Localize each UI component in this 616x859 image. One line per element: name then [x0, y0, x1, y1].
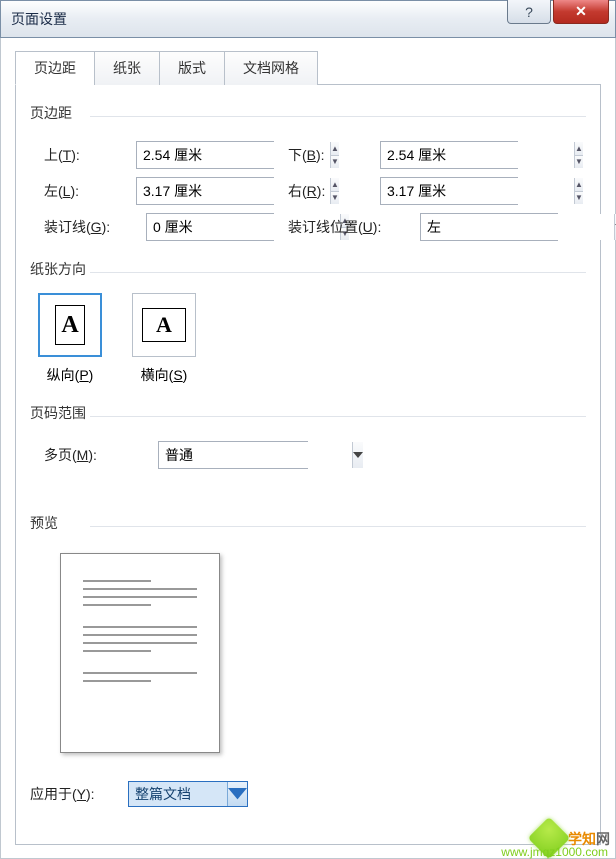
top-spinner[interactable]: ▲▼ [136, 141, 274, 169]
help-button[interactable]: ? [507, 0, 551, 24]
pages-group: 页码范围 多页(M): [30, 399, 586, 469]
chevron-down-icon [353, 452, 363, 458]
watermark-url: www.jmqz1000.com [501, 845, 608, 859]
orientation-portrait[interactable]: A 纵向(P) [38, 293, 102, 385]
spin-up-icon[interactable]: ▲ [575, 142, 583, 155]
multi-input[interactable] [159, 442, 352, 468]
orientation-group-label: 纸张方向 [30, 255, 586, 285]
apply-combo[interactable]: 整篇文档 [128, 781, 248, 807]
orientation-group: 纸张方向 A 纵向(P) A 横向(S) [30, 255, 586, 385]
pages-group-label: 页码范围 [30, 399, 586, 429]
preview-group: 预览 [30, 509, 586, 753]
gutter-pos-label: 装订线位置(U): [288, 217, 406, 237]
right-input[interactable] [381, 178, 574, 204]
orientation-landscape[interactable]: A 横向(S) [132, 293, 196, 385]
multi-combo[interactable] [158, 441, 308, 469]
apply-value: 整篇文档 [129, 782, 227, 806]
preview-group-label: 预览 [30, 509, 586, 539]
top-label: 上(T): [44, 145, 122, 165]
dropdown-button[interactable] [227, 782, 247, 806]
gutter-spinner[interactable]: ▲▼ [146, 213, 274, 241]
left-label: 左(L): [44, 181, 122, 201]
spin-down-icon[interactable]: ▼ [575, 155, 583, 169]
gutter-pos-combo[interactable] [420, 213, 558, 241]
right-spinner[interactable]: ▲▼ [380, 177, 518, 205]
landscape-icon: A [142, 308, 186, 342]
bottom-label: 下(B): [288, 145, 366, 165]
gutter-pos-input[interactable] [421, 214, 614, 240]
tab-grid[interactable]: 文档网格 [224, 51, 318, 85]
help-icon: ? [525, 4, 533, 20]
landscape-label: 横向(S) [132, 365, 196, 385]
apply-label: 应用于(Y): [30, 784, 114, 804]
margins-group: 页边距 上(T): ▲▼ 下(B): ▲▼ 左(L): [30, 99, 586, 241]
preview-page [60, 553, 220, 753]
dropdown-button[interactable] [352, 442, 363, 468]
tab-content: 页边距 上(T): ▲▼ 下(B): ▲▼ 左(L): [15, 85, 601, 845]
multi-label: 多页(M): [44, 445, 144, 465]
tabstrip: 页边距 纸张 版式 文档网格 [15, 50, 601, 85]
tab-layout[interactable]: 版式 [159, 51, 225, 85]
margins-group-label: 页边距 [30, 99, 586, 129]
bottom-spinner[interactable]: ▲▼ [380, 141, 518, 169]
right-label: 右(R): [288, 181, 366, 201]
left-spinner[interactable]: ▲▼ [136, 177, 274, 205]
tab-margins[interactable]: 页边距 [15, 51, 95, 85]
window-title: 页面设置 [1, 9, 67, 29]
titlebar: 页面设置 ? ✕ [0, 0, 616, 38]
close-button[interactable]: ✕ [553, 0, 609, 24]
dialog-client: 页边距 纸张 版式 文档网格 页边距 上(T): ▲▼ 下(B): ▲▼ [0, 38, 616, 859]
close-icon: ✕ [575, 3, 587, 20]
spin-up-icon[interactable]: ▲ [575, 178, 583, 191]
portrait-icon: A [55, 305, 85, 345]
gutter-label: 装订线(G): [44, 217, 132, 237]
spin-down-icon[interactable]: ▼ [575, 191, 583, 205]
chevron-down-icon [228, 788, 247, 799]
portrait-label: 纵向(P) [38, 365, 102, 385]
bottom-input[interactable] [381, 142, 574, 168]
tab-paper[interactable]: 纸张 [94, 51, 160, 85]
